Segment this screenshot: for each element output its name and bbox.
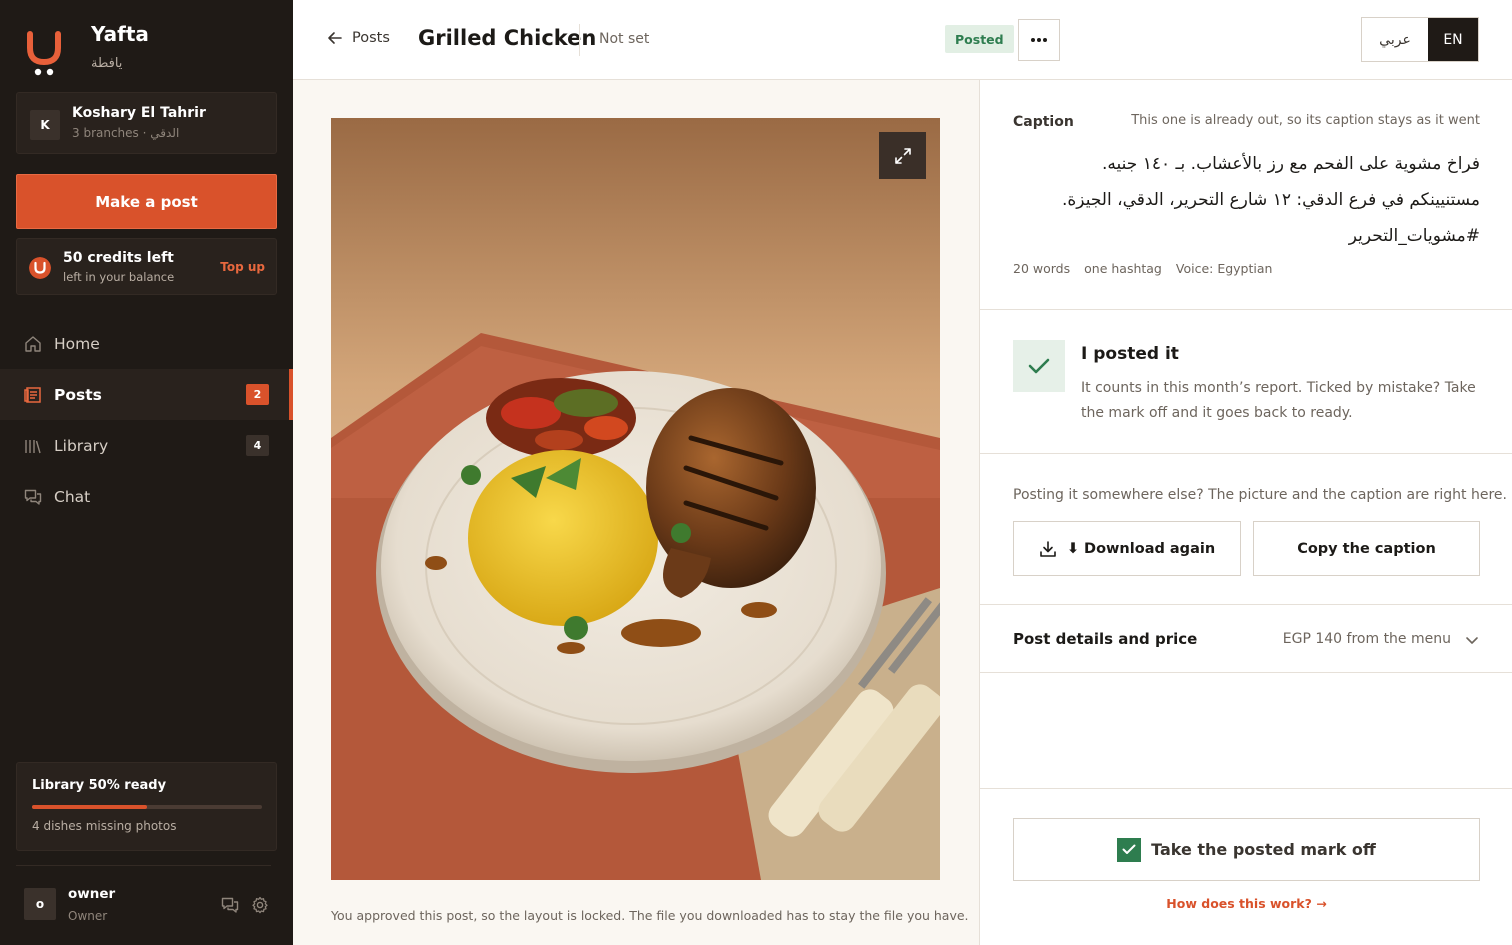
home-icon [24,335,42,353]
chat-icon [24,488,42,506]
schedule-status[interactable]: Not set [599,31,649,47]
more-dots-icon [1031,38,1047,42]
nav-item-chat[interactable]: Chat [0,471,293,522]
post-price: EGP 140 from the menu [1282,631,1451,647]
expand-icon [894,147,911,164]
caption-label: Caption [1013,114,1074,130]
how-does-this-work-link[interactable]: How does this work? → [980,896,1512,911]
yafta-logo-icon [27,31,61,76]
post-details-panel: Caption This one is already out, so its … [979,80,1512,945]
back-to-posts-link[interactable]: Posts [327,30,390,46]
arrow-left-icon [328,32,342,44]
page-title: Grilled Chicken [418,26,597,50]
posted-description: It counts in this month’s report. Ticked… [1081,380,1476,421]
share-section: Posting it somewhere else? The picture a… [980,454,1512,605]
library-progress-fill [32,805,147,809]
caption-stats: 20 words one hashtag Voice: Egyptian [1013,261,1286,276]
posted-confirmation-section: I posted it It counts in this month’s re… [980,310,1512,454]
credits-card: 50 credits left left in your balance Top… [16,238,277,295]
back-link-label: Posts [352,30,390,46]
take-posted-mark-off-label: Take the posted mark off [1151,840,1376,859]
nav-label: Library [54,436,109,455]
messages-icon[interactable] [221,896,239,914]
user-name: owner [68,886,116,902]
library-status-card[interactable]: Library 50% ready 4 dishes missing photo… [16,762,277,851]
credits-count: 50 credits left [63,250,174,266]
caption-line: مستنيينكم في فرع الدقي: ١٢ شارع التحرير،… [1062,190,1480,210]
language-switcher: عربي EN [1361,17,1479,62]
branch-switcher[interactable]: K Koshary El Tahrir 3 branches · الدقي [16,92,277,154]
caption-voice: Voice: Egyptian [1175,261,1273,276]
branch-avatar: K [30,110,60,140]
user-profile: o owner Owner [24,886,274,926]
chevron-down-icon [1466,637,1478,644]
post-details-toggle[interactable]: Post details and price EGP 140 from the … [980,605,1512,673]
posted-check-icon [1013,340,1065,392]
caption-line: فراخ مشوية على الفحم مع رز بالأعشاب. بـ … [1102,154,1480,174]
credits-icon [29,257,51,279]
library-status-subtitle: 4 dishes missing photos [32,819,177,833]
caption-line: #مشويات_التحرير [1348,226,1480,246]
branch-meta: 3 branches · الدقي [72,126,180,140]
more-options-button[interactable] [1018,19,1060,61]
user-role: Owner [68,909,108,923]
credits-subtitle: left in your balance [63,270,175,284]
expand-image-button[interactable] [879,132,926,179]
nav-item-library[interactable]: Library 4 [0,420,293,471]
make-post-button[interactable]: Make a post [16,174,277,229]
sidebar-divider [16,865,271,866]
brand[interactable]: Yafta يافطة [24,22,274,82]
caption-text: فراخ مشوية على الفحم مع رز بالأعشاب. بـ … [1020,146,1480,254]
take-posted-mark-off-button[interactable]: Take the posted mark off [1013,818,1480,881]
library-status-title: Library 50% ready [32,778,167,793]
top-up-link[interactable]: Top up [220,260,265,274]
empty-section [980,673,1512,789]
word-count: 20 words [1013,261,1071,276]
status-badge: Posted [945,25,1014,53]
user-avatar[interactable]: o [24,888,56,920]
download-again-label: ⬇ Download again [1066,540,1216,557]
main-nav: Home Posts 2 Library 4 Chat [0,318,293,522]
top-bar: Posts Grilled Chicken Not set Posted عرب… [293,0,1512,80]
locked-layout-note: You approved this post, so the layout is… [331,908,969,923]
library-progress-bar [32,805,262,809]
nav-item-posts[interactable]: Posts 2 [0,369,293,420]
post-details-title: Post details and price [1013,630,1198,648]
nav-item-home[interactable]: Home [0,318,293,369]
posted-title: I posted it [1081,344,1179,364]
nav-label: Chat [54,487,91,506]
title-divider [579,24,580,56]
posts-count-badge: 2 [246,384,269,405]
settings-gear-icon[interactable] [251,896,269,914]
post-preview-area: You approved this post, so the layout is… [293,80,979,945]
posts-icon [24,386,42,404]
caption-section: Caption This one is already out, so its … [980,80,1512,310]
download-icon [1040,540,1056,557]
checkbox-checked-icon [1117,837,1142,862]
copy-caption-button[interactable]: Copy the caption [1253,521,1480,576]
caption-hint: This one is already out, so its caption … [1131,113,1480,128]
brand-name: Yafta [91,22,149,46]
share-hint: Posting it somewhere else? The picture a… [1013,487,1507,503]
hashtag-count: one hashtag [1084,261,1162,276]
brand-name-arabic: يافطة [91,56,123,71]
branch-name: Koshary El Tahrir [72,105,206,121]
library-count-badge: 4 [246,435,269,456]
sidebar: Yafta يافطة K Koshary El Tahrir 3 branch… [0,0,293,945]
language-arabic-option[interactable]: عربي [1362,18,1428,61]
nav-label: Posts [54,385,102,404]
grilled-chicken-photo-illustration [331,118,940,880]
post-photo[interactable] [331,118,940,880]
library-icon [24,437,42,455]
download-again-button[interactable]: ⬇ Download again [1013,521,1241,576]
language-english-option[interactable]: EN [1428,18,1478,61]
nav-label: Home [54,334,100,353]
